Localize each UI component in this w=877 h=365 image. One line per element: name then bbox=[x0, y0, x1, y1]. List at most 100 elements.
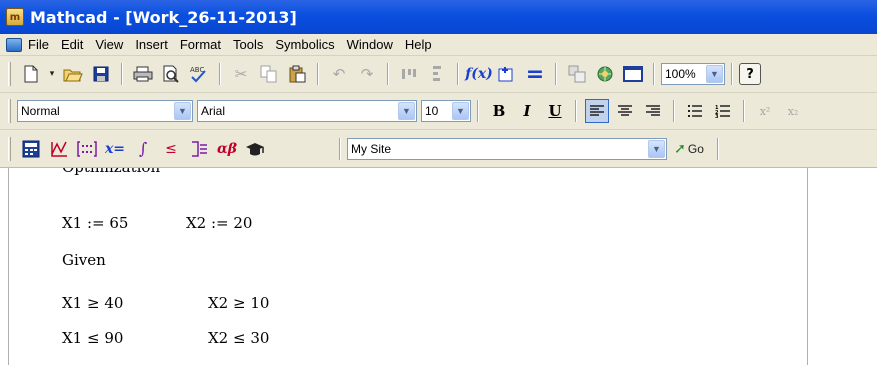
toolbar-separator bbox=[219, 63, 221, 85]
go-label: Go bbox=[687, 141, 704, 156]
window-title: Mathcad - [Work_26-11-2013] bbox=[30, 7, 297, 27]
resource-url-select[interactable]: My Site ▼ bbox=[347, 137, 667, 160]
mathcad-app-icon[interactable]: m bbox=[6, 8, 24, 26]
toolbar-separator bbox=[477, 100, 479, 122]
math-x2-min[interactable]: X2 ≥ 10 bbox=[208, 294, 269, 312]
calculator-icon[interactable] bbox=[19, 137, 43, 161]
toolbar-separator bbox=[339, 137, 341, 160]
menu-format[interactable]: Format bbox=[180, 37, 221, 52]
symbolic-icon[interactable] bbox=[243, 137, 267, 161]
font-size-value: 10 bbox=[425, 104, 439, 118]
align-left-icon bbox=[590, 105, 604, 116]
heading-clip: Optimization bbox=[0, 168, 877, 176]
menu-insert[interactable]: Insert bbox=[135, 37, 168, 52]
print-icon[interactable] bbox=[131, 62, 155, 86]
numbered-list-button[interactable]: 123 bbox=[711, 99, 735, 123]
font-select[interactable]: Arial ▼ bbox=[197, 100, 417, 122]
menu-file[interactable]: File bbox=[28, 37, 49, 52]
toolbar-separator bbox=[673, 100, 675, 122]
programming-icon[interactable] bbox=[187, 137, 211, 161]
chevron-down-icon[interactable]: ▼ bbox=[452, 102, 469, 120]
evaluation-icon[interactable]: x= bbox=[103, 137, 127, 161]
insert-unit-icon[interactable] bbox=[495, 62, 519, 86]
svg-text:3: 3 bbox=[715, 114, 719, 118]
align-center-button[interactable] bbox=[613, 99, 637, 123]
italic-button[interactable]: I bbox=[515, 99, 539, 123]
copy-icon[interactable] bbox=[257, 62, 281, 86]
style-select[interactable]: Normal ▼ bbox=[17, 100, 193, 122]
math-toolbar: x= ∫ ≤ αβ My Site ▼ ➚ Go bbox=[0, 130, 877, 168]
menu-window[interactable]: Window bbox=[347, 37, 393, 52]
redo-icon[interactable]: ↷ bbox=[355, 62, 379, 86]
superscript-button[interactable]: x² bbox=[753, 99, 777, 123]
toolbar-separator bbox=[717, 137, 719, 160]
menu-help[interactable]: Help bbox=[405, 37, 432, 52]
toolbar-grip[interactable] bbox=[8, 62, 11, 86]
align-right-icon bbox=[646, 105, 660, 116]
worksheet-left-border bbox=[8, 168, 9, 365]
insert-component-icon[interactable] bbox=[565, 62, 589, 86]
align-center-icon bbox=[618, 105, 632, 116]
menu-edit[interactable]: Edit bbox=[61, 37, 83, 52]
calculus-icon[interactable]: ∫ bbox=[131, 137, 155, 161]
boolean-icon[interactable]: ≤ bbox=[159, 137, 183, 161]
cut-icon[interactable]: ✂ bbox=[229, 62, 253, 86]
style-value: Normal bbox=[21, 104, 60, 118]
toolbar-separator bbox=[387, 63, 389, 85]
toolbar-separator bbox=[731, 63, 733, 85]
underline-button[interactable]: U bbox=[543, 99, 567, 123]
bulleted-list-button[interactable] bbox=[683, 99, 707, 123]
zoom-value: 100% bbox=[665, 67, 696, 81]
chevron-down-icon[interactable]: ▼ bbox=[398, 102, 415, 120]
standard-toolbar: ▾ ABC ✂ ↶ ↷ f(x) = 100% ▼ ? bbox=[0, 56, 877, 93]
align-across-icon[interactable] bbox=[397, 62, 421, 86]
menu-tools[interactable]: Tools bbox=[233, 37, 263, 52]
title-bar: m Mathcad - [Work_26-11-2013] bbox=[0, 0, 877, 34]
math-x1-min[interactable]: X1 ≥ 40 bbox=[62, 294, 123, 312]
toolbar-separator bbox=[575, 100, 577, 122]
menu-view[interactable]: View bbox=[95, 37, 123, 52]
zoom-select[interactable]: 100% ▼ bbox=[661, 63, 725, 85]
paste-icon[interactable] bbox=[285, 62, 309, 86]
greek-icon[interactable]: αβ bbox=[215, 137, 239, 161]
font-size-select[interactable]: 10 ▼ bbox=[421, 100, 471, 122]
open-icon[interactable] bbox=[61, 62, 85, 86]
bold-button[interactable]: B bbox=[487, 99, 511, 123]
resource-url-value: My Site bbox=[351, 141, 392, 156]
print-preview-icon[interactable] bbox=[159, 62, 183, 86]
resources-icon[interactable] bbox=[593, 62, 617, 86]
math-x2-init[interactable]: X2 := 20 bbox=[186, 214, 252, 232]
toolbar-separator bbox=[555, 63, 557, 85]
subscript-button[interactable]: x₂ bbox=[781, 99, 805, 123]
worksheet[interactable]: Optimization X1 := 65 X2 := 20 Given X1 … bbox=[0, 168, 877, 365]
new-dropdown-icon[interactable]: ▾ bbox=[47, 62, 57, 86]
insert-region-icon[interactable] bbox=[621, 62, 645, 86]
align-right-button[interactable] bbox=[641, 99, 665, 123]
go-button[interactable]: ➚ Go bbox=[669, 137, 709, 161]
align-left-button[interactable] bbox=[585, 99, 609, 123]
graph-icon[interactable] bbox=[47, 137, 71, 161]
menu-symbolics[interactable]: Symbolics bbox=[275, 37, 334, 52]
calculate-icon[interactable]: = bbox=[523, 62, 547, 87]
insert-function-icon[interactable]: f(x) bbox=[465, 62, 493, 86]
help-button[interactable]: ? bbox=[739, 63, 761, 85]
toolbar-grip[interactable] bbox=[8, 136, 11, 161]
matrix-icon[interactable] bbox=[75, 137, 99, 161]
chevron-down-icon[interactable]: ▼ bbox=[648, 139, 665, 158]
math-x1-init[interactable]: X1 := 65 bbox=[62, 214, 128, 232]
undo-icon[interactable]: ↶ bbox=[327, 62, 351, 86]
toolbar-separator bbox=[317, 63, 319, 85]
math-given[interactable]: Given bbox=[62, 251, 106, 269]
spellcheck-icon[interactable]: ABC bbox=[187, 62, 211, 86]
math-x1-max[interactable]: X1 ≤ 90 bbox=[62, 329, 123, 347]
align-down-icon[interactable] bbox=[425, 62, 449, 86]
save-icon[interactable] bbox=[89, 62, 113, 86]
chevron-down-icon[interactable]: ▼ bbox=[174, 102, 191, 120]
font-value: Arial bbox=[201, 104, 226, 118]
chevron-down-icon[interactable]: ▼ bbox=[706, 65, 723, 83]
new-icon[interactable] bbox=[19, 62, 43, 86]
document-menu-icon[interactable] bbox=[6, 37, 22, 52]
toolbar-grip[interactable] bbox=[8, 99, 11, 123]
math-x2-max[interactable]: X2 ≤ 30 bbox=[208, 329, 269, 347]
toolbar-separator bbox=[121, 63, 123, 85]
